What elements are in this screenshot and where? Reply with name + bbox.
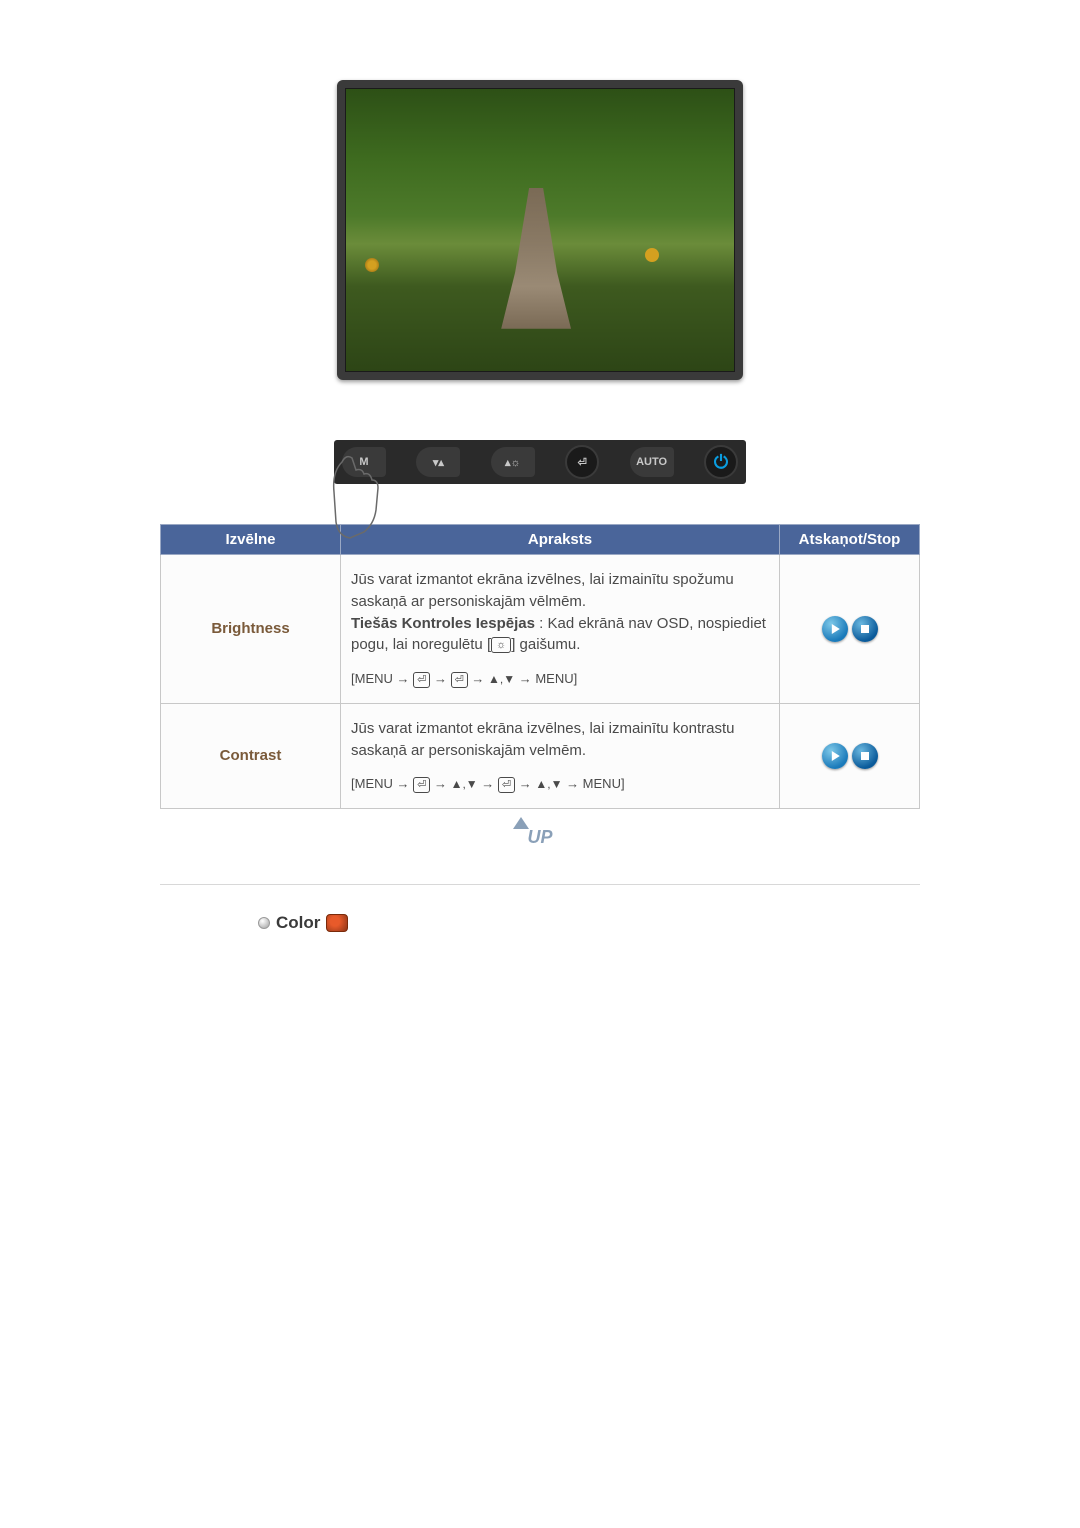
row-media-brightness <box>780 555 920 704</box>
row-name-contrast: Contrast <box>161 703 341 808</box>
triangle-icon: ▲,▼ <box>488 672 515 686</box>
enter-icon: ⏎ <box>413 672 430 688</box>
stop-button[interactable] <box>852 743 878 769</box>
play-button[interactable] <box>822 743 848 769</box>
sun-icon: ☼ <box>491 637 511 653</box>
monitor-preview <box>337 80 743 380</box>
col-play: Atskaņot/Stop <box>780 525 920 555</box>
enter-icon: ⏎ <box>498 777 515 793</box>
brightness-button[interactable]: ▴☼ <box>491 447 535 477</box>
enter-icon: ⏎ <box>413 777 430 793</box>
enter-button[interactable]: ⏎ <box>565 445 599 479</box>
bullet-icon <box>258 917 270 929</box>
row-desc-brightness: Jūs varat izmantot ekrāna izvēlnes, lai … <box>341 555 780 704</box>
up-link[interactable]: UP <box>515 827 565 848</box>
desc-text: ] gaišumu. <box>511 636 580 653</box>
desc-text: Jūs varat izmantot ekrāna izvēlnes, lai … <box>351 571 734 610</box>
row-desc-contrast: Jūs varat izmantot ekrāna izvēlnes, lai … <box>341 703 780 808</box>
power-button[interactable]: ⏻ <box>704 445 738 479</box>
section-title: Color <box>276 913 320 933</box>
triangle-icon: ▲,▼ <box>535 777 562 791</box>
pointing-hand-icon <box>322 452 392 542</box>
button-panel-wrap: M ▾▴ ▴☼ ⏎ AUTO ⏻ <box>334 440 746 484</box>
triangle-icon: ▲,▼ <box>451 777 478 791</box>
col-desc: Apraksts <box>341 525 780 555</box>
desc-text: Jūs varat izmantot ekrāna izvēlnes, lai … <box>351 720 735 759</box>
section-divider <box>160 884 920 885</box>
down-up-button[interactable]: ▾▴ <box>416 447 460 477</box>
section-header-color: Color <box>258 913 920 933</box>
menu-path: [MENU → ⏎ → ▲,▼ → ⏎ → ▲,▼ → MENU] <box>351 775 769 794</box>
settings-table: Izvēlne Apraksts Atskaņot/Stop Brightnes… <box>160 524 920 809</box>
row-media-contrast <box>780 703 920 808</box>
auto-button[interactable]: AUTO <box>630 447 674 477</box>
up-arrow-icon <box>513 817 529 829</box>
enter-icon: ⏎ <box>451 672 468 688</box>
stop-button[interactable] <box>852 616 878 642</box>
monitor-button-panel: M ▾▴ ▴☼ ⏎ AUTO ⏻ <box>334 440 746 484</box>
table-row: Brightness Jūs varat izmantot ekrāna izv… <box>161 555 920 704</box>
desc-bold: Tiešās Kontroles Iespējas <box>351 615 535 632</box>
garden-photo <box>345 88 735 372</box>
col-menu: Izvēlne <box>161 525 341 555</box>
row-name-brightness: Brightness <box>161 555 341 704</box>
page-content: M ▾▴ ▴☼ ⏎ AUTO ⏻ Izvēlne Apraksts Atskaņ… <box>160 80 920 933</box>
table-row: Contrast Jūs varat izmantot ekrāna izvēl… <box>161 703 920 808</box>
color-swatch-icon <box>326 914 348 932</box>
power-icon: ⏻ <box>714 452 728 473</box>
play-button[interactable] <box>822 616 848 642</box>
menu-path: [MENU → ⏎ → ⏎ → ▲,▼ → MENU] <box>351 670 769 689</box>
up-label: UP <box>527 827 552 847</box>
